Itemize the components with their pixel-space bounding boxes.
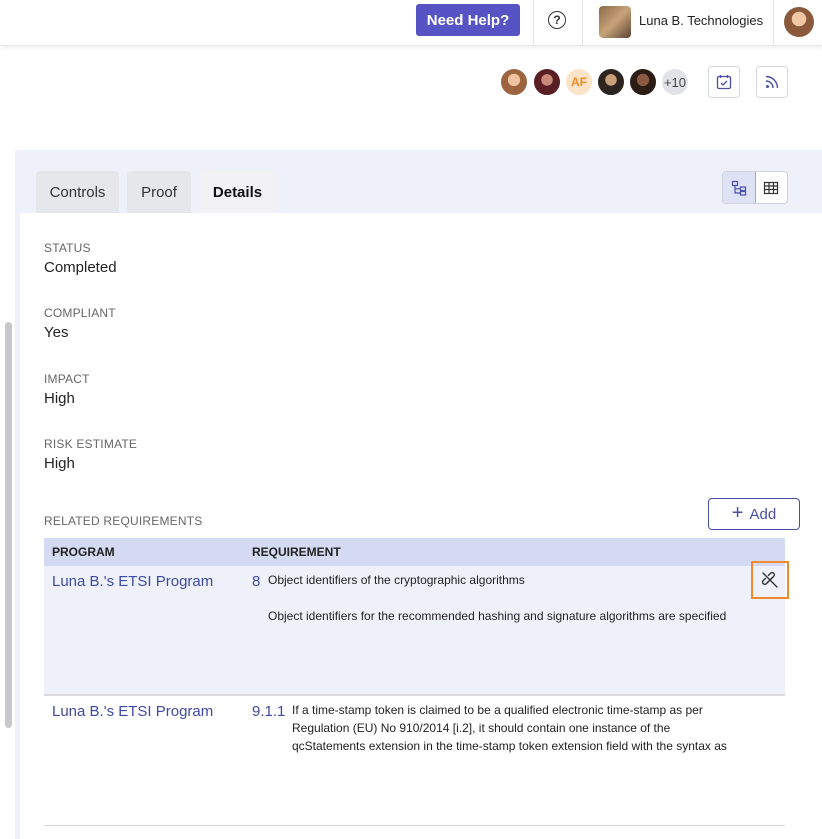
user-avatar[interactable] (784, 7, 814, 37)
collaborator-avatar[interactable] (628, 67, 658, 97)
rss-icon (765, 75, 779, 89)
header-divider (773, 0, 774, 46)
status-label: STATUS (44, 241, 91, 255)
tab-details[interactable]: Details (199, 171, 276, 213)
related-requirements-label: RELATED REQUIREMENTS (44, 514, 203, 528)
row-divider (44, 825, 785, 826)
compliant-label: COMPLIANT (44, 306, 116, 320)
requirements-table-header: PROGRAM REQUIREMENT (44, 538, 785, 566)
tasks-button[interactable] (708, 66, 740, 98)
requirement-title: Object identifiers of the cryptographic … (268, 573, 525, 587)
collaborator-avatar[interactable] (596, 67, 626, 97)
requirement-number-link[interactable]: 8 (252, 573, 260, 590)
compliant-value: Yes (44, 324, 69, 341)
header-divider (533, 0, 534, 46)
requirement-description: Object identifiers for the recommended h… (268, 609, 727, 623)
more-collaborators-badge[interactable]: +10 (660, 67, 690, 97)
calendar-check-icon (716, 75, 732, 90)
program-link[interactable]: Luna B.'s ETSI Program (52, 703, 213, 720)
column-header-requirement: REQUIREMENT (252, 545, 341, 559)
header-divider (582, 0, 583, 46)
org-avatar[interactable] (599, 6, 631, 38)
risk-estimate-value: High (44, 455, 75, 472)
tree-view-button[interactable] (723, 172, 756, 203)
tab-controls[interactable]: Controls (36, 171, 119, 213)
view-toggle (722, 171, 788, 204)
need-help-button[interactable]: Need Help? (416, 4, 520, 36)
scrollbar-thumb[interactable] (5, 322, 12, 728)
requirement-text-line: qcStatements extension in the time-stamp… (292, 739, 727, 753)
requirement-text-line: If a time-stamp token is claimed to be a… (292, 703, 703, 717)
impact-label: IMPACT (44, 372, 90, 386)
feed-button[interactable] (756, 66, 788, 98)
unlink-icon (761, 571, 778, 588)
add-button-label: Add (749, 505, 777, 523)
plus-icon: + (731, 502, 744, 524)
org-name[interactable]: Luna B. Technologies (639, 13, 763, 28)
requirement-text-line: Regulation (EU) No 910/2014 [i.2], it sh… (292, 721, 671, 735)
program-link[interactable]: Luna B.'s ETSI Program (52, 573, 213, 590)
impact-value: High (44, 390, 75, 407)
table-icon (764, 181, 779, 194)
row-divider (44, 694, 785, 696)
add-requirement-button[interactable]: + Add (708, 498, 800, 530)
unlink-requirement-button[interactable] (751, 561, 789, 599)
table-view-button[interactable] (756, 172, 788, 203)
collaborator-avatar[interactable] (532, 67, 562, 97)
column-header-program: PROGRAM (52, 545, 115, 559)
collaborator-avatar-initials[interactable]: AF (564, 67, 594, 97)
risk-estimate-label: RISK ESTIMATE (44, 437, 138, 451)
top-header: Need Help? ? Luna B. Technologies (0, 0, 822, 46)
tab-proof[interactable]: Proof (127, 171, 191, 213)
hierarchy-icon (731, 180, 746, 196)
requirement-number-link[interactable]: 9.1.1 (252, 703, 285, 720)
status-value: Completed (44, 259, 117, 276)
collaborator-avatar[interactable] (499, 67, 529, 97)
question-icon[interactable]: ? (548, 11, 566, 29)
